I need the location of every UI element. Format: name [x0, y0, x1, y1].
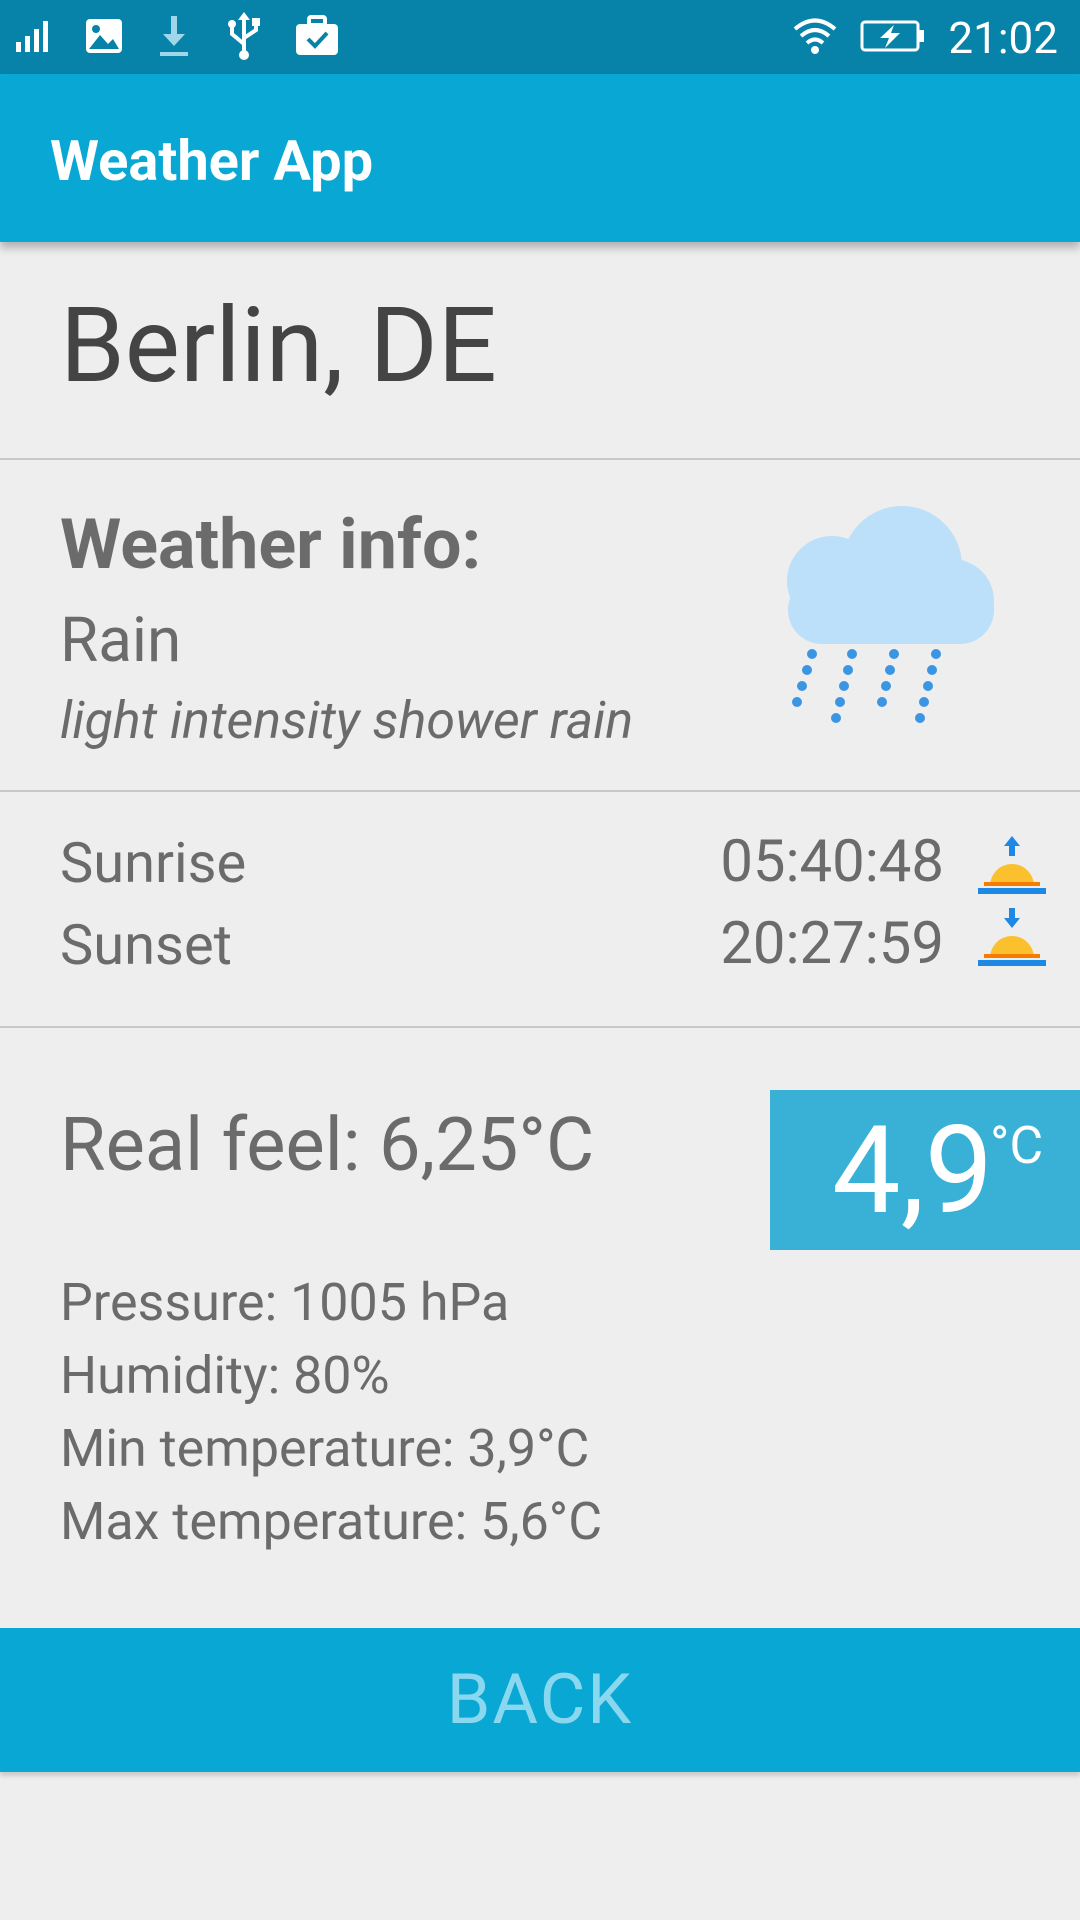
divider	[0, 790, 1080, 792]
sunset-icon	[976, 904, 1048, 968]
min-temperature: Min temperature: 3,9°C	[60, 1418, 590, 1479]
download-icon	[154, 14, 194, 62]
signal-icon	[14, 18, 54, 58]
status-right-icons: 21:02	[792, 8, 1058, 68]
rain-cloud-icon	[752, 496, 1002, 736]
app-title: Weather App	[50, 128, 374, 194]
sunrise-label: Sunrise	[60, 830, 247, 896]
status-left-icons	[14, 10, 340, 66]
back-button[interactable]: BACK	[0, 1628, 1080, 1772]
wifi-icon	[792, 16, 838, 60]
app-bar: Weather App	[0, 74, 1080, 242]
pressure: Pressure: 1005 hPa	[60, 1272, 510, 1333]
temperature-unit: °C	[990, 1115, 1044, 1176]
sunrise-time: 05:40:48	[720, 828, 944, 896]
divider	[0, 1026, 1080, 1028]
current-temperature: 4,9	[832, 1099, 994, 1242]
real-feel: Real feel: 6,25°C	[60, 1102, 595, 1189]
clock: 21:02	[948, 12, 1058, 64]
briefcase-check-icon	[294, 15, 340, 61]
sunset-time: 20:27:59	[720, 910, 944, 978]
status-bar: 21:02	[0, 0, 1080, 74]
humidity: Humidity: 80%	[60, 1345, 390, 1406]
max-temperature: Max temperature: 5,6°C	[60, 1491, 603, 1552]
weather-info-heading: Weather info:	[60, 504, 482, 586]
city-name: Berlin, DE	[60, 286, 497, 407]
weather-description: light intensity shower rain	[60, 690, 634, 751]
divider	[0, 458, 1080, 460]
battery-charging-icon	[860, 18, 926, 58]
weather-main: Rain	[60, 604, 182, 677]
sunrise-icon	[976, 834, 1048, 898]
gallery-icon	[84, 17, 124, 59]
sunset-label: Sunset	[60, 912, 232, 978]
current-temperature-box: 4,9 °C	[770, 1090, 1080, 1250]
usb-icon	[224, 12, 264, 64]
